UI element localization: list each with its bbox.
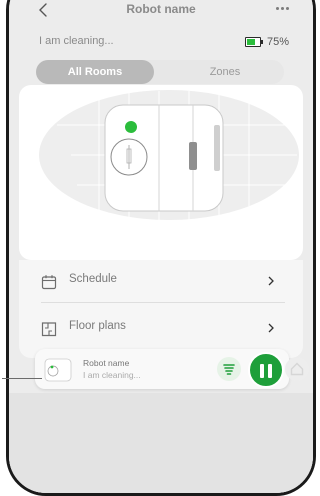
menu-item-floor-plans[interactable]: Floor plans (19, 307, 303, 347)
home-icon (290, 362, 304, 376)
battery-icon (244, 37, 263, 47)
chevron-right-icon (268, 323, 274, 333)
map-view[interactable] (19, 85, 303, 260)
return-home-button[interactable] (285, 357, 309, 381)
page-title: Robot name (126, 2, 196, 16)
menu-label-schedule: Schedule (69, 273, 117, 285)
phone-frame: Robot name I am cleaning... 75% All Room… (6, 0, 316, 496)
top-bar: Robot name (9, 1, 313, 23)
room-mode-toggle: All Rooms Zones (36, 60, 284, 84)
mini-robot-status: I am cleaning... (83, 370, 141, 380)
status-row: I am cleaning... 75% (33, 35, 313, 53)
floor-plan-icon (41, 322, 57, 337)
mini-robot-name: Robot name (83, 358, 130, 368)
robot-icon (104, 104, 224, 212)
menu-label-floor-plans: Floor plans (69, 320, 126, 332)
robot-thumbnail-icon (44, 358, 72, 382)
divider (41, 302, 285, 303)
suction-button[interactable] (217, 357, 241, 381)
chevron-right-icon (268, 276, 274, 286)
battery-indicator: 75% (244, 36, 289, 48)
pause-button[interactable] (248, 352, 284, 388)
menu-list: Schedule Floor plans (19, 260, 303, 358)
mini-player[interactable]: Robot name I am cleaning... (35, 349, 309, 389)
bottom-area (9, 393, 313, 493)
menu-item-schedule[interactable]: Schedule (19, 260, 303, 300)
calendar-icon (41, 275, 57, 290)
robot-map (39, 90, 299, 221)
tab-zones[interactable]: Zones (166, 60, 284, 84)
fan-icon (223, 364, 235, 375)
app-screen: Robot name I am cleaning... 75% All Room… (9, 0, 313, 493)
battery-percent: 75% (266, 36, 289, 48)
annotation-line (2, 378, 42, 379)
status-text: I am cleaning... (39, 35, 114, 47)
tab-all-rooms[interactable]: All Rooms (36, 60, 154, 84)
more-options-icon[interactable] (276, 7, 289, 10)
